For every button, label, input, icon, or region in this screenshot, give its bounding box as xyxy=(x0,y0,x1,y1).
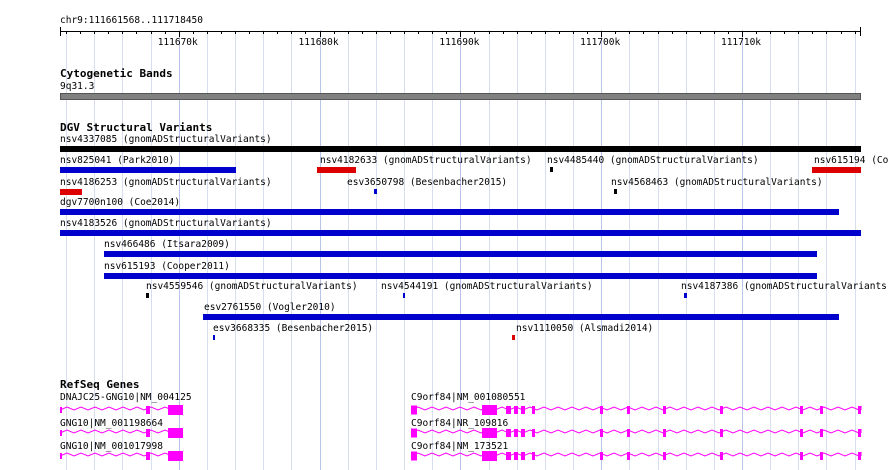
gene-exon xyxy=(514,429,518,437)
gene-exon xyxy=(411,405,417,415)
gene-label[interactable]: GNG10|NM_001198664 xyxy=(60,418,163,429)
gene-intron xyxy=(410,451,862,457)
gene-exon xyxy=(168,428,183,438)
gene-exon xyxy=(820,429,823,437)
gene-intron xyxy=(59,452,184,457)
gene-exon xyxy=(146,429,150,437)
gene-exon xyxy=(720,429,723,437)
gene-exon xyxy=(168,451,183,461)
gene-exon xyxy=(168,405,183,415)
gene-label[interactable]: C9orf84|NM_173521 xyxy=(411,441,508,452)
gene-exon xyxy=(720,406,723,414)
gene-intron xyxy=(410,428,862,434)
gene-exon xyxy=(514,452,518,460)
gene-exon xyxy=(720,452,723,460)
gene-exon xyxy=(514,406,518,414)
gene-intron xyxy=(410,405,862,411)
gene-label[interactable]: C9orf84|NR_109816 xyxy=(411,418,508,429)
gene-label[interactable]: DNAJC25-GNG10|NM_004125 xyxy=(60,392,192,403)
gene-exon xyxy=(532,406,535,414)
gene-exon xyxy=(482,428,497,438)
gene-exon xyxy=(627,429,630,437)
gene-exon xyxy=(521,429,525,437)
gene-exon xyxy=(627,406,630,414)
gene-exon xyxy=(521,406,525,414)
gene-intron xyxy=(59,429,184,434)
gene-exon xyxy=(146,406,150,414)
gene-exon xyxy=(482,451,497,461)
gene-exon xyxy=(506,429,511,437)
gene-exon xyxy=(532,452,535,460)
gene-exon xyxy=(858,429,861,437)
gene-exon xyxy=(411,428,417,438)
gene-exon xyxy=(627,452,630,460)
gene-exon xyxy=(858,452,861,460)
gene-intron xyxy=(59,406,184,411)
gene-exon xyxy=(663,406,666,414)
gene-exon xyxy=(800,429,803,437)
gene-exon xyxy=(60,430,62,436)
gene-exon xyxy=(663,452,666,460)
gene-exon xyxy=(60,407,62,413)
gene-exon xyxy=(820,452,823,460)
gene-exon xyxy=(858,406,861,414)
gene-exon xyxy=(600,452,603,460)
gene-exon xyxy=(600,406,603,414)
gene-exon xyxy=(521,452,525,460)
gene-exon xyxy=(482,405,497,415)
gene-label[interactable]: C9orf84|NM_001080551 xyxy=(411,392,525,403)
gene-exon xyxy=(800,452,803,460)
gene-exon xyxy=(506,452,511,460)
gene-label[interactable]: GNG10|NM_001017998 xyxy=(60,441,163,452)
gene-exon xyxy=(411,451,417,461)
gene-exon xyxy=(506,406,511,414)
gene-exon xyxy=(800,406,803,414)
gene-exon xyxy=(532,429,535,437)
gene-exon xyxy=(146,452,150,460)
gene-exon xyxy=(60,453,62,459)
gene-exon xyxy=(663,429,666,437)
gene-exon xyxy=(820,406,823,414)
gene-exon xyxy=(600,429,603,437)
